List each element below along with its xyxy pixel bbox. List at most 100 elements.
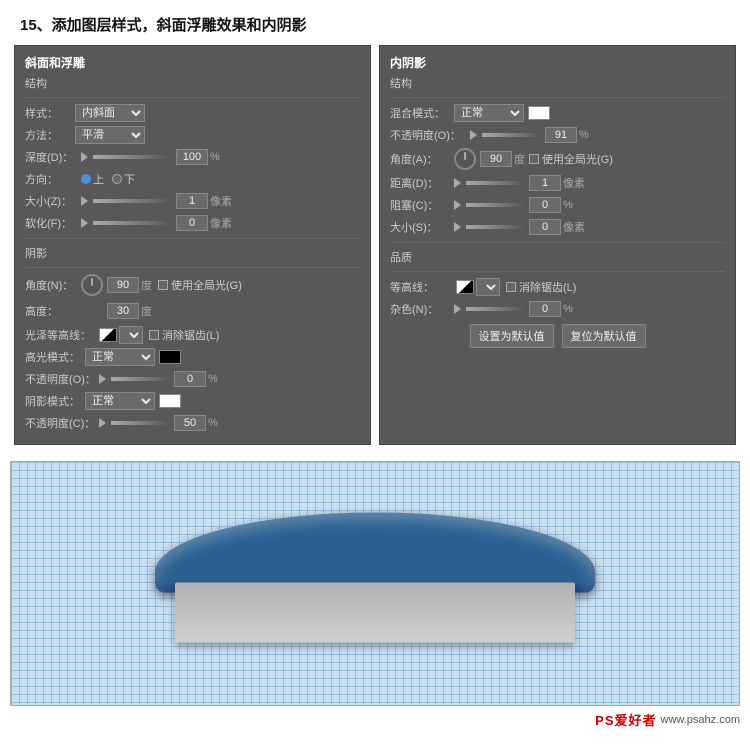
contour-alias-box[interactable]: [506, 282, 516, 292]
method-row: 方法： 平滑: [25, 126, 360, 144]
page-title: 15、添加图层样式，斜面浮雕效果和内阴影: [0, 0, 750, 45]
soften-unit: 像素: [210, 215, 232, 231]
inner-dial-line: [464, 152, 466, 160]
blend-color-swatch[interactable]: [528, 106, 550, 120]
distance-slider[interactable]: [466, 181, 526, 185]
altitude-unit: 度: [141, 303, 152, 319]
footer: PS爱好者 www.psahz.com: [0, 706, 750, 733]
highlight-mode-row: 高光模式： 正常: [25, 348, 360, 366]
angle-label: 角度(N)：: [25, 277, 81, 293]
noise-input[interactable]: [529, 301, 561, 317]
size-row: 大小(Z)： 像素: [25, 192, 360, 210]
elim-alias-box[interactable]: [149, 330, 159, 340]
angle-dial[interactable]: [81, 274, 103, 296]
inner-global-light-checkbox[interactable]: 使用全局光(G): [529, 151, 613, 167]
inner-shadow-title: 内阴影: [390, 54, 725, 71]
direction-radio-group: 上 下: [81, 171, 135, 187]
opacity-label: 不透明度(O)：: [390, 127, 470, 143]
action-btn-row: 设置为默认值 复位为默认值: [390, 324, 725, 348]
depth-slider[interactable]: [93, 155, 173, 159]
size-input[interactable]: [176, 193, 208, 209]
shadow-mode-select[interactable]: 正常: [85, 392, 155, 410]
global-light-checkbox[interactable]: 使用全局光(G): [158, 277, 242, 293]
shadow-opacity-unit: %: [208, 417, 218, 429]
altitude-input[interactable]: [107, 303, 139, 319]
noise-slider[interactable]: [466, 307, 526, 311]
soften-row: 软化(F)： 像素: [25, 214, 360, 232]
bevel-emboss-panel: 斜面和浮雕 结构 样式： 内斜面 方法： 平滑 深度(D)：: [14, 45, 371, 445]
highlight-mode-select[interactable]: 正常: [85, 348, 155, 366]
direction-down-item[interactable]: 下: [112, 171, 135, 187]
reset-default-button[interactable]: 复位为默认值: [562, 324, 646, 348]
soften-input[interactable]: [176, 215, 208, 231]
gloss-row: 光泽等高线： 消除锯齿(L): [25, 326, 360, 344]
noise-icon: [454, 304, 461, 314]
shadow-opacity-slider[interactable]: [111, 421, 171, 425]
direction-up-item[interactable]: 上: [81, 171, 104, 187]
style-select[interactable]: 内斜面: [75, 104, 145, 122]
highlight-color-swatch[interactable]: [159, 350, 181, 364]
contour-alias-checkbox[interactable]: 消除锯齿(L): [506, 279, 576, 295]
method-select[interactable]: 平滑: [75, 126, 145, 144]
page-container: 15、添加图层样式，斜面浮雕效果和内阴影 斜面和浮雕 结构 样式： 内斜面 方法…: [0, 0, 750, 733]
direction-up-radio[interactable]: [81, 174, 91, 184]
direction-label: 方向：: [25, 171, 81, 187]
highlight-opacity-slider[interactable]: [111, 377, 171, 381]
inner-shadow-panel: 内阴影 结构 混合模式： 正常 不透明度(O)： % 角度(A): [379, 45, 736, 445]
distance-row: 距离(D)： 像素: [390, 174, 725, 192]
inner-size-slider[interactable]: [466, 225, 526, 229]
soften-slider[interactable]: [93, 221, 173, 225]
inner-angle-dial[interactable]: [454, 148, 476, 170]
preview-area: [10, 461, 740, 706]
size-slider[interactable]: [93, 199, 173, 203]
contour-row: 等高线： 消除锯齿(L): [390, 278, 725, 296]
inner-size-input[interactable]: [529, 219, 561, 235]
opacity-unit: %: [579, 129, 589, 141]
choke-input[interactable]: [529, 197, 561, 213]
direction-down-radio[interactable]: [112, 174, 122, 184]
gloss-swatch[interactable]: [99, 328, 117, 342]
highlight-opacity-input[interactable]: [174, 371, 206, 387]
depth-slider-icon: [81, 152, 88, 162]
style-label: 样式：: [25, 105, 75, 121]
depth-input[interactable]: [176, 149, 208, 165]
highlight-opacity-row: 不透明度(O)： %: [25, 370, 360, 388]
gloss-dropdown[interactable]: [119, 326, 143, 344]
soften-slider-icon: [81, 218, 88, 228]
contour-swatch[interactable]: [456, 280, 474, 294]
direction-up-label: 上: [93, 171, 104, 187]
inner-size-row: 大小(S)： 像素: [390, 218, 725, 236]
shadow-opacity-input[interactable]: [174, 415, 206, 431]
elim-alias-checkbox[interactable]: 消除锯齿(L): [149, 327, 219, 343]
altitude-spacer: [81, 300, 103, 322]
opacity-icon: [470, 130, 477, 140]
choke-slider[interactable]: [466, 203, 526, 207]
depth-unit: %: [210, 151, 220, 163]
blend-mode-select[interactable]: 正常: [454, 104, 524, 122]
shadow-opacity-row: 不透明度(C)： %: [25, 414, 360, 432]
elim-alias-label: 消除锯齿(L): [162, 327, 219, 343]
depth-label: 深度(D)：: [25, 149, 81, 165]
blend-mode-row: 混合模式： 正常: [390, 104, 725, 122]
direction-down-label: 下: [124, 171, 135, 187]
set-default-button[interactable]: 设置为默认值: [470, 324, 554, 348]
angle-input[interactable]: [107, 277, 139, 293]
contour-dropdown[interactable]: [476, 278, 500, 296]
inner-angle-input[interactable]: [480, 151, 512, 167]
opacity-input[interactable]: [545, 127, 577, 143]
footer-logo: PS爱好者: [595, 710, 656, 729]
altitude-row: 高度： 度: [25, 300, 360, 322]
highlight-opacity-label: 不透明度(O)：: [25, 371, 99, 387]
global-light-box[interactable]: [158, 280, 168, 290]
bevel-section1-title: 结构: [25, 75, 360, 91]
inner-global-light-box[interactable]: [529, 154, 539, 164]
bevel-emboss-title: 斜面和浮雕: [25, 54, 360, 71]
inner-shadow-section1: 结构: [390, 75, 725, 91]
style-row: 样式： 内斜面: [25, 104, 360, 122]
shadow-color-swatch[interactable]: [159, 394, 181, 408]
highlight-mode-label: 高光模式：: [25, 349, 85, 365]
inner-size-icon: [454, 222, 461, 232]
distance-input[interactable]: [529, 175, 561, 191]
opacity-slider[interactable]: [482, 133, 542, 137]
soften-label: 软化(F)：: [25, 215, 81, 231]
